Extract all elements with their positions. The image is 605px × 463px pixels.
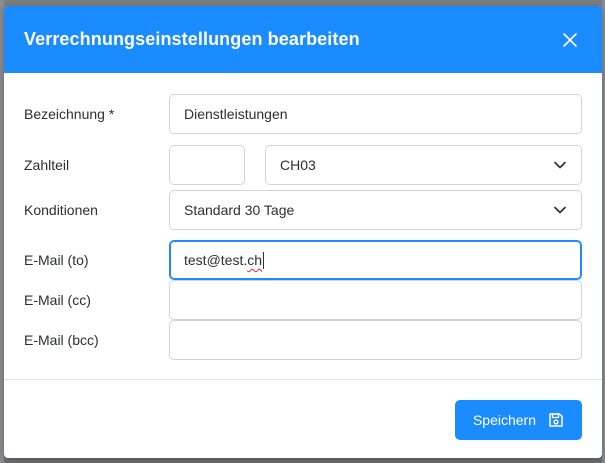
form-row-email-bcc: E-Mail (bcc) bbox=[24, 320, 582, 360]
zahlteil-number-input[interactable] bbox=[169, 145, 245, 185]
zahlteil-select-value: CH03 bbox=[280, 157, 316, 173]
form-row-zahlteil: Zahlteil CH03 bbox=[24, 145, 582, 185]
bezeichnung-label: Bezeichnung * bbox=[24, 106, 115, 122]
footer-divider bbox=[4, 379, 602, 380]
zahlteil-select[interactable]: CH03 bbox=[265, 145, 582, 185]
bezeichnung-value: Dienstleistungen bbox=[184, 106, 288, 122]
text-caret bbox=[263, 251, 265, 269]
save-button[interactable]: Speichern bbox=[455, 400, 582, 440]
konditionen-label: Konditionen bbox=[24, 202, 98, 218]
konditionen-select-value: Standard 30 Tage bbox=[184, 202, 295, 218]
billing-settings-dialog: Verrechnungseinstellungen bearbeiten Bez… bbox=[4, 6, 602, 458]
email-to-input[interactable]: test@test.ch bbox=[169, 240, 582, 280]
dialog-header: Verrechnungseinstellungen bearbeiten bbox=[4, 6, 602, 73]
email-bcc-label: E-Mail (bcc) bbox=[24, 332, 99, 348]
save-button-label: Speichern bbox=[472, 412, 537, 428]
zahlteil-label: Zahlteil bbox=[24, 157, 70, 173]
email-to-label: E-Mail (to) bbox=[24, 252, 89, 268]
dialog-footer: Speichern bbox=[455, 400, 582, 440]
form-row-email-cc: E-Mail (cc) bbox=[24, 280, 582, 320]
form-row-email-to: E-Mail (to) test@test.ch bbox=[24, 240, 582, 280]
email-to-value-prefix: test@test. bbox=[184, 252, 248, 268]
chevron-down-icon bbox=[553, 203, 567, 217]
email-bcc-input[interactable] bbox=[169, 320, 582, 360]
floppy-disk-icon bbox=[549, 413, 563, 427]
konditionen-select[interactable]: Standard 30 Tage bbox=[169, 190, 582, 230]
email-cc-input[interactable] bbox=[169, 280, 582, 320]
dialog-title: Verrechnungseinstellungen bearbeiten bbox=[24, 29, 360, 49]
email-cc-label: E-Mail (cc) bbox=[24, 292, 91, 308]
dialog-body: Bezeichnung * Dienstleistungen Zahlteil … bbox=[4, 73, 602, 360]
form-row-konditionen: Konditionen Standard 30 Tage bbox=[24, 190, 582, 230]
bezeichnung-input[interactable]: Dienstleistungen bbox=[169, 94, 582, 134]
close-button[interactable] bbox=[558, 28, 582, 52]
email-to-value-suffix: ch bbox=[247, 252, 263, 268]
form-row-bezeichnung: Bezeichnung * Dienstleistungen bbox=[24, 94, 582, 134]
close-icon bbox=[563, 32, 577, 47]
email-to-value: test@test.ch bbox=[184, 252, 262, 268]
chevron-down-icon bbox=[553, 158, 567, 172]
